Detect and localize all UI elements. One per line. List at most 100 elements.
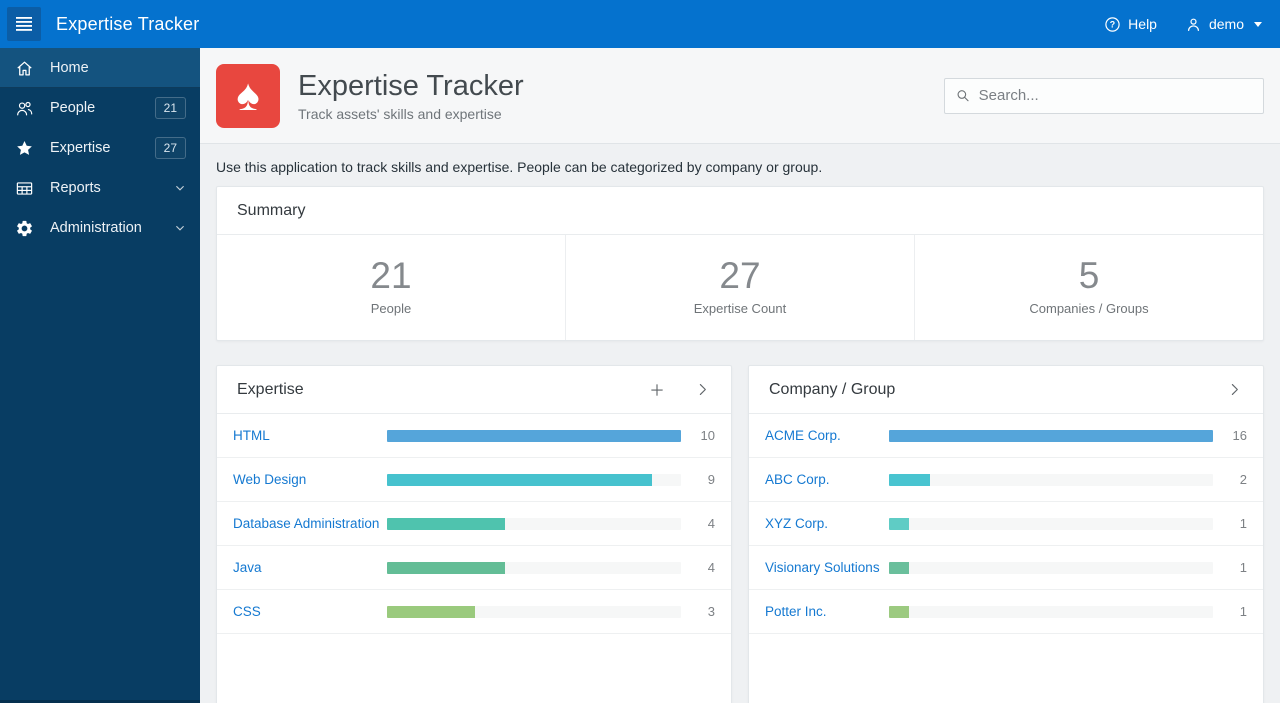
sidebar-item-label: People xyxy=(50,100,96,116)
search-input[interactable] xyxy=(978,87,1253,104)
app-spade-icon: ♠ xyxy=(216,63,280,128)
page-subtitle: Track assets' skills and expertise xyxy=(298,105,502,122)
row-value: 2 xyxy=(1239,472,1247,487)
search-icon xyxy=(957,90,969,102)
chevron-right-icon xyxy=(699,383,706,396)
stat-companies-groups: 5 Companies / Groups xyxy=(914,235,1263,340)
expertise-link[interactable]: CSS xyxy=(233,604,261,619)
caret-down-icon xyxy=(1254,21,1262,27)
bar-fill xyxy=(387,429,681,442)
report-grid-icon xyxy=(15,179,36,198)
plus-icon xyxy=(651,383,663,396)
expertise-link[interactable]: HTML xyxy=(233,428,270,443)
bar-track xyxy=(889,605,1213,618)
company-chart: ACME Corp. 16 ABC Corp. 2 XYZ Corp. 1 Vi… xyxy=(749,414,1263,634)
sidebar-item-home[interactable]: Home xyxy=(0,48,200,88)
stat-label: People xyxy=(370,301,412,316)
sidebar-item-label: Home xyxy=(50,60,89,76)
user-menu[interactable]: demo xyxy=(1185,16,1262,33)
table-row: Potter Inc. 1 xyxy=(749,590,1263,634)
help-question-icon: ? xyxy=(1105,16,1120,32)
bar-fill xyxy=(889,561,910,574)
table-row: Database Administration 4 xyxy=(217,502,731,546)
sidebar-toggle-button[interactable] xyxy=(7,7,41,41)
bar-track xyxy=(387,517,681,530)
sidebar-item-label: Reports xyxy=(50,180,101,196)
chevron-down-icon xyxy=(174,182,186,194)
stat-value: 21 xyxy=(370,255,412,296)
bar-fill xyxy=(889,473,930,486)
sidebar-item-label: Expertise xyxy=(50,140,111,156)
expertise-card: Expertise HTML 10 Web Design 9 Database … xyxy=(216,365,732,703)
row-value: 3 xyxy=(707,604,715,619)
row-value: 16 xyxy=(1232,428,1247,443)
svg-text:?: ? xyxy=(1110,19,1115,29)
bar-track xyxy=(387,561,681,574)
sidebar-item-label: Administration xyxy=(50,220,142,236)
bar-track xyxy=(889,561,1213,574)
intro-text: Use this application to track skills and… xyxy=(216,159,823,175)
open-company-button[interactable] xyxy=(1226,381,1243,398)
user-icon xyxy=(1187,18,1200,31)
table-row: Web Design 9 xyxy=(217,458,731,502)
table-row: HTML 10 xyxy=(217,414,731,458)
sidebar-item-administration[interactable]: Administration xyxy=(0,208,200,248)
expertise-link[interactable]: Database Administration xyxy=(233,516,379,531)
bar-fill xyxy=(889,517,910,530)
bar-fill xyxy=(889,605,910,618)
people-icon xyxy=(15,99,36,118)
company-link[interactable]: ACME Corp. xyxy=(765,428,841,443)
gear-icon xyxy=(15,219,36,238)
topbar-app-title: Expertise Tracker xyxy=(56,13,200,34)
table-row: XYZ Corp. 1 xyxy=(749,502,1263,546)
sidebar-item-people[interactable]: People 21 xyxy=(0,88,200,128)
company-link[interactable]: XYZ Corp. xyxy=(765,516,828,531)
stat-value: 27 xyxy=(719,255,761,296)
company-card-title: Company / Group xyxy=(769,380,896,398)
summary-card-title: Summary xyxy=(237,201,306,219)
row-value: 1 xyxy=(1239,604,1247,619)
search-box[interactable] xyxy=(944,77,1264,114)
help-link[interactable]: ? Help xyxy=(1104,16,1157,33)
row-value: 10 xyxy=(700,428,715,443)
username-label: demo xyxy=(1208,16,1244,32)
top-navigation-bar: Expertise Tracker ? Help demo xyxy=(0,0,1280,48)
bar-track xyxy=(387,473,681,486)
company-link[interactable]: ABC Corp. xyxy=(765,472,830,487)
bar-track xyxy=(889,429,1213,442)
row-value: 1 xyxy=(1239,516,1247,531)
content-body: Use this application to track skills and… xyxy=(200,144,1280,703)
page-title: Expertise Tracker xyxy=(298,69,524,102)
sidebar-item-reports[interactable]: Reports xyxy=(0,168,200,208)
spade-glyph: ♠ xyxy=(236,70,260,120)
stat-expertise-count: 27 Expertise Count xyxy=(565,235,914,340)
chevron-down-icon xyxy=(174,222,186,234)
people-count-badge: 21 xyxy=(154,97,186,119)
app-header: ♠ Expertise Tracker Track assets' skills… xyxy=(200,48,1280,144)
chevron-right-icon xyxy=(1231,383,1238,396)
row-value: 1 xyxy=(1239,560,1247,575)
stat-label: Expertise Count xyxy=(693,301,787,316)
expertise-count-badge: 27 xyxy=(154,137,186,159)
bar-fill xyxy=(387,561,505,574)
add-expertise-button[interactable] xyxy=(648,381,666,399)
row-value: 4 xyxy=(707,560,715,575)
hamburger-menu-icon xyxy=(16,17,32,31)
bar-track xyxy=(889,473,1213,486)
bar-fill xyxy=(387,517,505,530)
expertise-link[interactable]: Web Design xyxy=(233,472,306,487)
bar-track xyxy=(889,517,1213,530)
sidebar-navigation: Home People 21 Expertise 27 Reports Admi… xyxy=(0,48,200,703)
bar-fill xyxy=(889,429,1213,442)
summary-card: Summary 21 People 27 Expertise Count 5 C… xyxy=(216,186,1264,341)
bar-track xyxy=(387,429,681,442)
sidebar-item-expertise[interactable]: Expertise 27 xyxy=(0,128,200,168)
home-icon xyxy=(15,59,36,78)
open-expertise-button[interactable] xyxy=(694,381,711,398)
table-row: ACME Corp. 16 xyxy=(749,414,1263,458)
bar-fill xyxy=(387,473,652,486)
stat-label: Companies / Groups xyxy=(1029,301,1149,316)
company-link[interactable]: Visionary Solutions xyxy=(765,560,880,575)
expertise-link[interactable]: Java xyxy=(233,560,262,575)
company-link[interactable]: Potter Inc. xyxy=(765,604,827,619)
